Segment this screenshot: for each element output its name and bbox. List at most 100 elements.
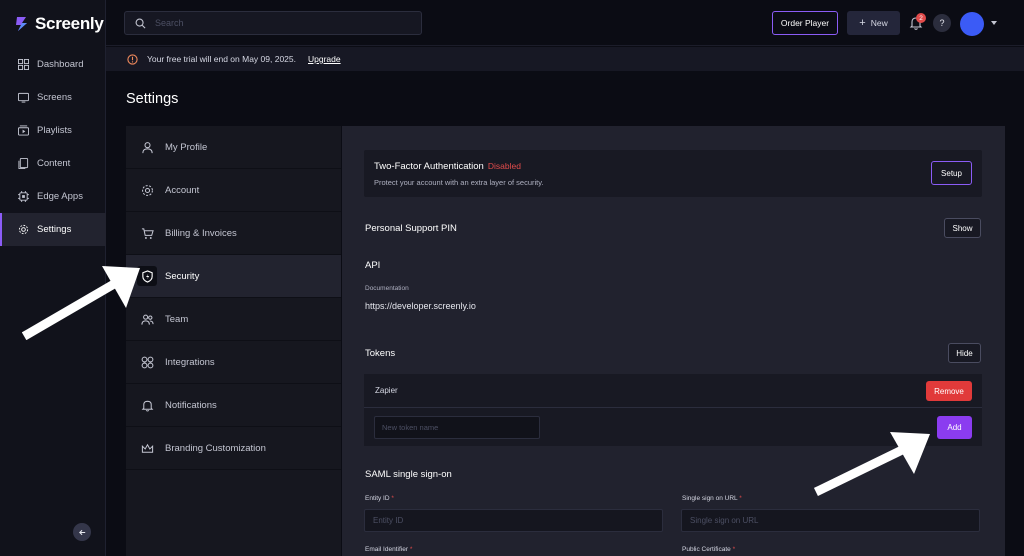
settings-submenu: My Profile Account Billing & Invoices Se… <box>126 126 341 556</box>
shield-icon <box>141 269 153 283</box>
sso-url-label-text: Single sign on URL <box>682 495 738 502</box>
support-pin-title: Personal Support PIN <box>365 223 457 234</box>
add-token-button[interactable]: Add <box>937 416 972 439</box>
public-certificate-label: Public Certificate * <box>682 546 735 553</box>
entity-id-label-text: Entity ID <box>365 495 390 502</box>
show-pin-button[interactable]: Show <box>944 218 981 238</box>
nav-item-content[interactable]: Content <box>0 147 106 180</box>
entity-id-input[interactable] <box>364 509 663 532</box>
search-icon <box>135 18 146 28</box>
notification-icon <box>141 400 153 412</box>
order-player-button[interactable]: Order Player <box>772 11 838 35</box>
email-identifier-label-text: Email Identifier <box>365 546 408 553</box>
documentation-link[interactable]: https://developer.screenly.io <box>365 301 476 311</box>
tokens-list: Zapier Remove Add <box>364 374 982 446</box>
settings-item-branding[interactable]: Branding Customization <box>126 427 341 470</box>
settings-item-account[interactable]: Account <box>126 169 341 212</box>
two-factor-status: Disabled <box>487 161 521 171</box>
nav-item-label: Screens <box>37 92 72 103</box>
nav-item-label: Playlists <box>37 125 72 136</box>
nav-item-playlists[interactable]: Playlists <box>0 114 106 147</box>
token-name: Zapier <box>375 386 398 395</box>
settings-item-label: Integrations <box>165 356 215 368</box>
arrow-left-icon <box>78 529 85 535</box>
page-title: Settings <box>126 91 179 107</box>
settings-item-security[interactable]: Security <box>126 255 341 298</box>
tokens-title: Tokens <box>365 348 396 359</box>
notification-badge: 2 <box>916 13 926 23</box>
setup-two-factor-button[interactable]: Setup <box>931 161 972 185</box>
edge-apps-icon <box>18 191 29 202</box>
app-name: Screenly <box>35 14 104 33</box>
search-box[interactable] <box>124 11 422 35</box>
chevron-down-icon[interactable] <box>991 21 997 25</box>
playlist-icon <box>18 125 29 136</box>
nav-item-label: Settings <box>37 224 72 235</box>
sso-url-input[interactable] <box>681 509 980 532</box>
public-certificate-label-text: Public Certificate <box>682 546 731 553</box>
entity-id-label: Entity ID * <box>365 495 394 502</box>
team-icon <box>140 314 154 325</box>
documentation-label: Documentation <box>365 285 409 292</box>
upgrade-link[interactable]: Upgrade <box>308 54 341 64</box>
email-identifier-label: Email Identifier * <box>365 546 412 553</box>
user-icon <box>141 141 153 153</box>
hide-tokens-button[interactable]: Hide <box>948 343 981 363</box>
sidebar-nav: Screenly Dashboard Screens Playlists Con… <box>0 0 106 556</box>
sso-url-label: Single sign on URL * <box>682 495 742 502</box>
gear-icon <box>18 224 29 235</box>
settings-item-label: Notifications <box>165 399 217 411</box>
settings-item-label: Billing & Invoices <box>165 227 237 239</box>
nav-item-settings[interactable]: Settings <box>0 213 106 246</box>
two-factor-title-text: Two-Factor Authentication <box>374 161 484 172</box>
trial-banner: Your free trial will end on May 09, 2025… <box>106 47 1024 71</box>
settings-item-label: Team <box>165 313 189 325</box>
api-title: API <box>365 260 381 271</box>
content-icon <box>18 158 29 169</box>
nav-item-dashboard[interactable]: Dashboard <box>0 48 106 81</box>
collapse-sidebar-button[interactable] <box>73 523 91 541</box>
new-button-label: New <box>870 18 888 28</box>
settings-item-notifications[interactable]: Notifications <box>126 384 341 427</box>
dashboard-icon <box>18 59 29 70</box>
settings-item-label: My Profile <box>165 141 208 153</box>
avatar[interactable] <box>960 12 984 36</box>
trial-banner-text: Your free trial will end on May 09, 2025… <box>147 54 296 64</box>
top-bar: Order Player + New 2 ? <box>106 0 1024 46</box>
settings-item-team[interactable]: Team <box>126 298 341 341</box>
two-factor-card: Two-Factor Authentication Disabled Protec… <box>364 150 982 197</box>
nav-item-label: Dashboard <box>37 59 84 70</box>
settings-item-billing[interactable]: Billing & Invoices <box>126 212 341 255</box>
nav-item-edge-apps[interactable]: Edge Apps <box>0 180 106 213</box>
required-marker: * <box>739 495 742 502</box>
required-marker: * <box>391 495 394 502</box>
help-button[interactable]: ? <box>933 14 951 32</box>
settings-item-integrations[interactable]: Integrations <box>126 341 341 384</box>
token-row: Zapier Remove <box>364 374 982 408</box>
crown-icon <box>141 443 153 453</box>
required-marker: * <box>409 546 413 553</box>
screen-icon <box>18 92 29 103</box>
security-panel: Two-Factor Authentication Disabled Protec… <box>342 126 1005 556</box>
nav-item-label: Edge Apps <box>37 191 83 202</box>
settings-item-label: Branding Customization <box>165 442 266 454</box>
new-token-input[interactable] <box>374 416 540 439</box>
integrations-icon <box>141 356 153 368</box>
settings-item-my-profile[interactable]: My Profile <box>126 126 341 169</box>
screenly-logo-icon <box>16 17 27 31</box>
saml-title: SAML single sign-on <box>365 469 452 480</box>
logo[interactable]: Screenly <box>14 14 104 34</box>
settings-item-label: Security <box>165 270 200 282</box>
nav-item-label: Content <box>37 158 71 169</box>
cart-icon <box>141 227 154 239</box>
plus-icon: + <box>859 16 866 29</box>
warning-icon <box>127 53 138 65</box>
new-button[interactable]: + New <box>847 11 900 35</box>
nav-item-screens[interactable]: Screens <box>0 81 106 114</box>
required-marker: * <box>732 546 736 553</box>
account-gear-icon <box>141 184 153 196</box>
two-factor-description: Protect your account with an extra layer… <box>374 178 544 187</box>
remove-token-button[interactable]: Remove <box>926 381 972 401</box>
search-input[interactable] <box>155 18 395 28</box>
two-factor-title: Two-Factor Authentication Disabled <box>374 161 521 172</box>
